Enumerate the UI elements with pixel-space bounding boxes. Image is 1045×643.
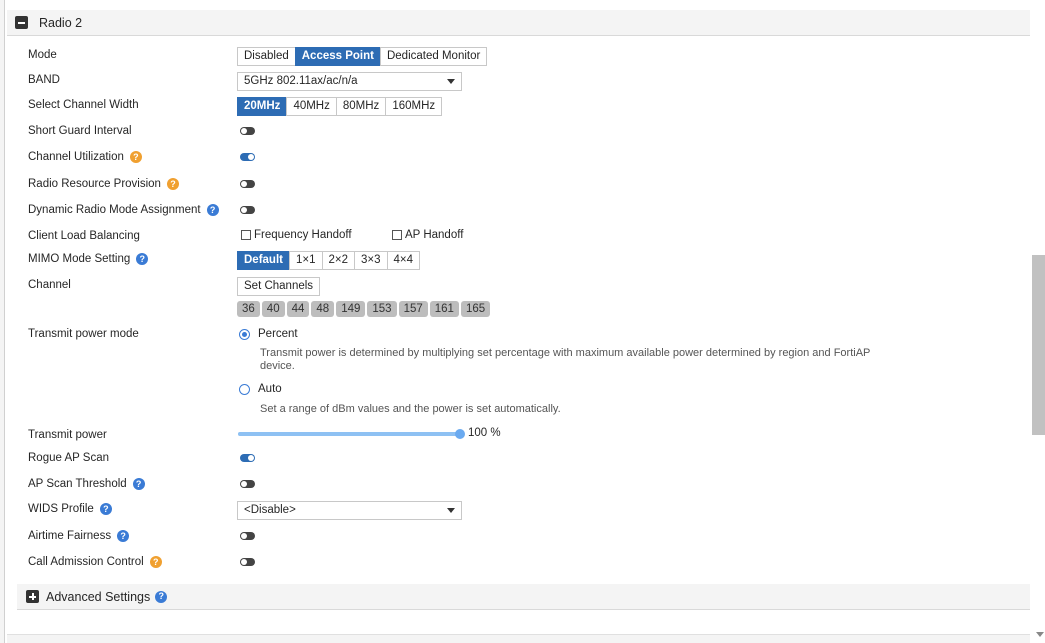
channel-utilization-toggle[interactable] — [240, 153, 255, 161]
question-circle-icon[interactable]: ? — [136, 253, 149, 265]
percent-description: Transmit power is determined by multiply… — [260, 347, 871, 372]
scroll-down-icon[interactable] — [1036, 632, 1044, 637]
client-load-balancing-label: Client Load Balancing — [28, 230, 140, 242]
channel-chip[interactable]: 157 — [398, 301, 428, 317]
channel-chip[interactable]: 44 — [286, 301, 310, 317]
question-circle-icon[interactable]: ? — [117, 530, 130, 542]
ap-handoff-label: AP Handoff — [405, 229, 464, 241]
channel-chip[interactable]: 48 — [311, 301, 335, 317]
drma-label: Dynamic Radio Mode Assignment ? — [28, 204, 219, 216]
wids-profile-label: WIDS Profile ? — [28, 503, 112, 515]
question-circle-icon[interactable]: ? — [149, 556, 162, 568]
advanced-settings-title: Advanced Settings — [46, 589, 151, 604]
tx-power-mode-label: Transmit power mode — [28, 328, 139, 340]
tx-mode-percent-option[interactable]: Percent — [239, 328, 298, 340]
wids-profile-select[interactable]: <Disable> — [237, 501, 462, 520]
slider-thumb[interactable] — [455, 429, 465, 439]
minus-square-icon[interactable] — [15, 16, 28, 29]
channel-width-selector[interactable]: 20MHz 40MHz 80MHz 160MHz — [237, 97, 443, 116]
percent-radio[interactable] — [239, 328, 250, 340]
caret-down-icon — [447, 79, 455, 84]
drma-toggle[interactable] — [240, 206, 255, 214]
mode-option-dedicated-monitor[interactable]: Dedicated Monitor — [379, 47, 488, 66]
ap-scan-threshold-toggle[interactable] — [240, 480, 255, 488]
call-admission-control-toggle[interactable] — [240, 558, 255, 566]
band-label: BAND — [28, 74, 60, 86]
channel-width-label: Select Channel Width — [28, 99, 139, 111]
mimo-option-1x1[interactable]: 1×1 — [288, 251, 323, 270]
mode-option-disabled[interactable]: Disabled — [237, 47, 296, 66]
mimo-option-default[interactable]: Default — [237, 251, 290, 270]
airtime-fairness-label: Airtime Fairness ? — [28, 530, 130, 542]
frequency-handoff-checkbox[interactable] — [241, 230, 251, 240]
rogue-ap-scan-toggle[interactable] — [240, 454, 255, 462]
advanced-settings-header[interactable]: Advanced Settings ? — [17, 584, 1030, 610]
question-circle-icon[interactable]: ? — [166, 178, 179, 190]
mode-label: Mode — [28, 49, 57, 61]
width-option-80mhz[interactable]: 80MHz — [335, 97, 387, 116]
mimo-selector[interactable]: Default 1×1 2×2 3×3 4×4 — [237, 251, 421, 270]
ap-scan-threshold-label: AP Scan Threshold ? — [28, 478, 145, 490]
channel-chip[interactable]: 165 — [460, 301, 491, 317]
width-option-160mhz[interactable]: 160MHz — [385, 97, 443, 116]
scrollbar-thumb[interactable] — [1032, 255, 1045, 435]
frequency-handoff-option[interactable]: Frequency Handoff — [241, 229, 352, 241]
channel-chip[interactable]: 36 — [237, 301, 260, 317]
mimo-option-3x3[interactable]: 3×3 — [354, 251, 388, 270]
mode-selector[interactable]: Disabled Access Point Dedicated Monitor — [237, 47, 488, 66]
set-channels-button[interactable]: Set Channels — [237, 277, 321, 296]
airtime-fairness-toggle[interactable] — [240, 532, 255, 540]
band-value: 5GHz 802.11ax/ac/n/a — [244, 75, 358, 87]
rrp-label: Radio Resource Provision ? — [28, 178, 179, 190]
frequency-handoff-label: Frequency Handoff — [254, 229, 352, 241]
auto-radio[interactable] — [239, 383, 250, 395]
tx-power-label: Transmit power — [28, 429, 107, 441]
panel-footer — [7, 634, 1030, 643]
call-admission-control-label: Call Admission Control ? — [28, 556, 162, 568]
mimo-option-4x4[interactable]: 4×4 — [386, 251, 421, 270]
slider-fill — [238, 432, 460, 436]
question-circle-icon[interactable]: ? — [155, 590, 168, 603]
channel-list: 36 40 44 48 149 153 157 161 165 — [237, 301, 491, 317]
rrp-toggle[interactable] — [240, 180, 255, 188]
ap-handoff-checkbox[interactable] — [392, 230, 402, 240]
auto-label: Auto — [258, 383, 282, 395]
width-option-20mhz[interactable]: 20MHz — [237, 97, 288, 116]
caret-down-icon — [447, 508, 455, 513]
short-guard-label: Short Guard Interval — [28, 125, 132, 137]
auto-description: Set a range of dBm values and the power … — [260, 403, 561, 415]
wids-profile-value: <Disable> — [244, 504, 296, 516]
question-circle-icon[interactable]: ? — [99, 503, 112, 515]
channel-chip[interactable]: 161 — [429, 301, 459, 317]
channel-label: Channel — [28, 279, 71, 291]
mode-option-access-point[interactable]: Access Point — [294, 47, 381, 66]
question-circle-icon[interactable]: ? — [129, 151, 142, 163]
mimo-option-2x2[interactable]: 2×2 — [321, 251, 356, 270]
question-circle-icon[interactable]: ? — [132, 478, 145, 490]
channel-chip[interactable]: 149 — [336, 301, 366, 317]
section-title: Radio 2 — [39, 15, 83, 30]
width-option-40mhz[interactable]: 40MHz — [286, 97, 337, 116]
mimo-label: MIMO Mode Setting ? — [28, 253, 149, 265]
tx-mode-auto-option[interactable]: Auto — [239, 383, 282, 395]
tx-power-slider[interactable] — [238, 429, 465, 439]
tx-power-value: 100 % — [468, 427, 501, 439]
channel-chip[interactable]: 153 — [367, 301, 397, 317]
plus-square-icon[interactable] — [26, 590, 39, 603]
band-select[interactable]: 5GHz 802.11ax/ac/n/a — [237, 72, 462, 91]
question-circle-icon[interactable]: ? — [206, 204, 219, 216]
short-guard-toggle[interactable] — [240, 127, 255, 135]
channel-utilization-label: Channel Utilization ? — [28, 151, 142, 163]
ap-handoff-option[interactable]: AP Handoff — [392, 229, 463, 241]
channel-chip[interactable]: 40 — [261, 301, 285, 317]
rogue-ap-scan-label: Rogue AP Scan — [28, 452, 109, 464]
percent-label: Percent — [258, 328, 298, 340]
radio-2-header[interactable]: Radio 2 — [7, 10, 1030, 36]
left-panel-edge — [0, 0, 5, 643]
